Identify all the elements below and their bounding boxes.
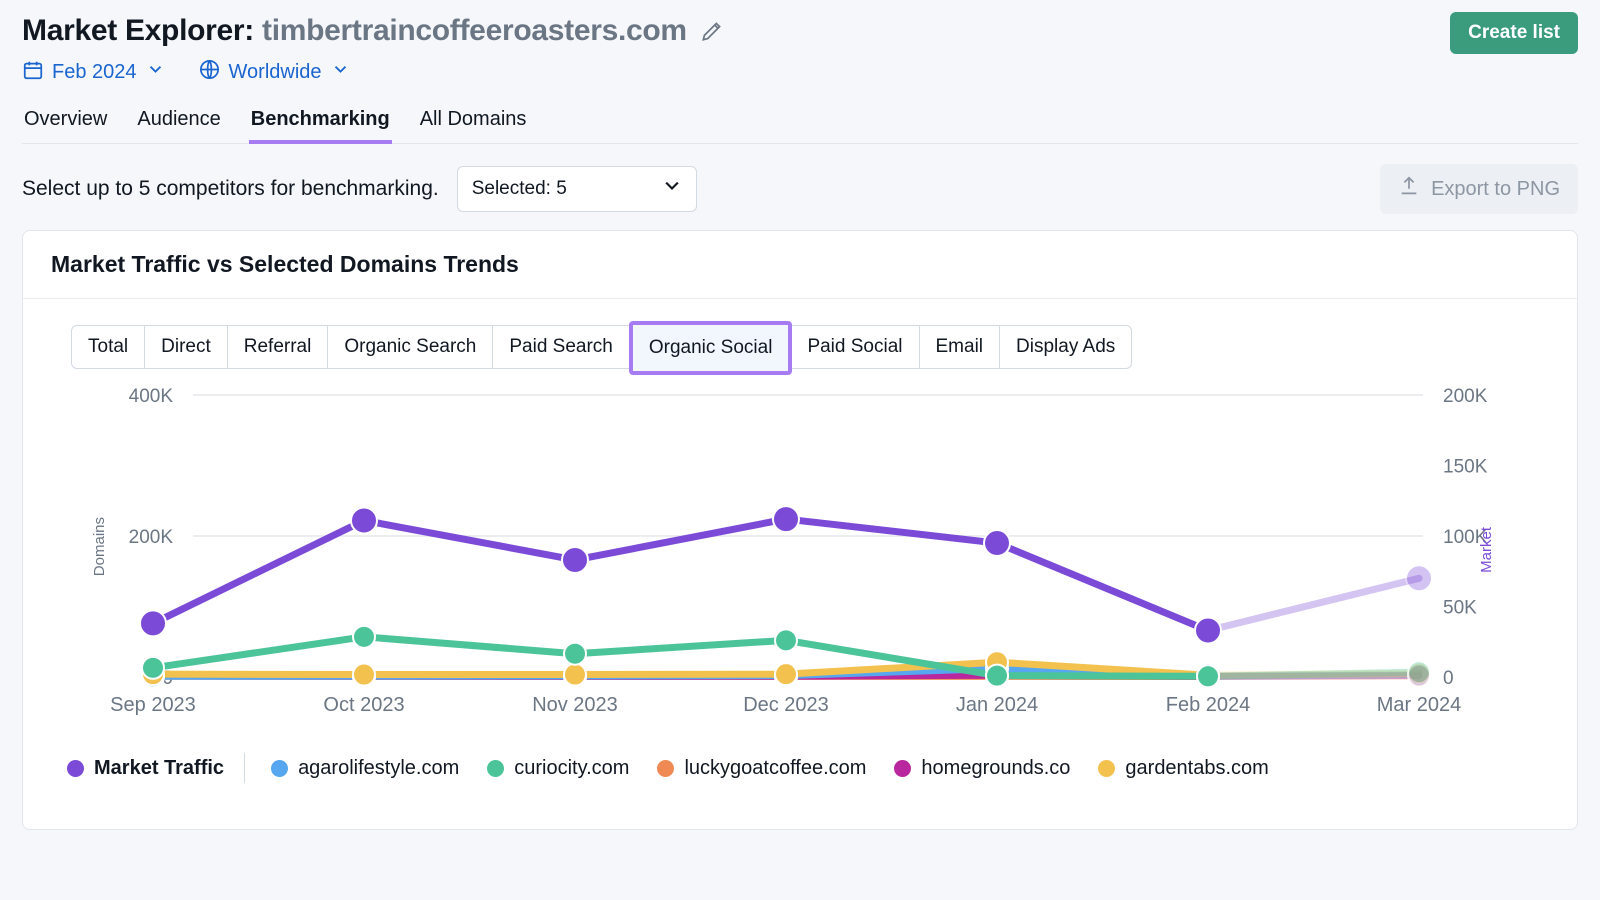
channel-tab-total[interactable]: Total bbox=[72, 326, 145, 368]
legend-item-homegrounds[interactable]: homegrounds.co bbox=[894, 757, 1070, 780]
channel-tab-organic-social[interactable]: Organic Social bbox=[629, 321, 793, 375]
trends-chart: Domains Market 0200K400K050K100K150K200K… bbox=[23, 377, 1577, 747]
channel-tab-paid-search[interactable]: Paid Search bbox=[493, 326, 630, 368]
channel-tab-referral[interactable]: Referral bbox=[228, 326, 329, 368]
page-title: Market Explorer: timbertraincoffeeroaste… bbox=[22, 14, 687, 48]
card-title: Market Traffic vs Selected Domains Trend… bbox=[51, 251, 1549, 278]
legend-color-swatch bbox=[657, 760, 674, 777]
nav-tab-audience[interactable]: Audience bbox=[135, 104, 222, 144]
legend-item-market-traffic[interactable]: Market Traffic bbox=[67, 757, 224, 780]
export-to-png-button[interactable]: Export to PNG bbox=[1380, 164, 1578, 214]
main-nav-tabs: Overview Audience Benchmarking All Domai… bbox=[22, 103, 1578, 144]
geo-selector-label: Worldwide bbox=[229, 61, 322, 84]
channel-tab-organic-search[interactable]: Organic Search bbox=[328, 326, 493, 368]
legend-label: curiocity.com bbox=[514, 757, 629, 780]
pencil-icon[interactable] bbox=[699, 18, 725, 44]
page-title-prefix: Market Explorer: bbox=[22, 14, 254, 47]
date-selector-label: Feb 2024 bbox=[52, 61, 137, 84]
selected-competitors-value: Selected: 5 bbox=[472, 178, 567, 200]
nav-tab-benchmarking[interactable]: Benchmarking bbox=[249, 104, 392, 144]
create-list-button[interactable]: Create list bbox=[1450, 12, 1578, 54]
svg-text:200K: 200K bbox=[129, 527, 174, 548]
channel-tab-paid-social[interactable]: Paid Social bbox=[791, 326, 919, 368]
legend-divider bbox=[244, 753, 245, 783]
chevron-down-icon bbox=[147, 61, 164, 84]
page-header: Market Explorer: timbertraincoffeeroaste… bbox=[0, 0, 1600, 144]
svg-text:150K: 150K bbox=[1443, 457, 1488, 478]
benchmark-controls: Select up to 5 competitors for benchmark… bbox=[0, 144, 1600, 230]
competitor-instruction: Select up to 5 competitors for benchmark… bbox=[22, 177, 439, 201]
upload-icon bbox=[1398, 175, 1420, 203]
chevron-down-icon bbox=[332, 61, 349, 84]
selected-competitors-dropdown[interactable]: Selected: 5 bbox=[457, 166, 697, 212]
legend-color-swatch bbox=[67, 760, 84, 777]
legend-label: homegrounds.co bbox=[921, 757, 1070, 780]
legend-item-agarolifestyle[interactable]: agarolifestyle.com bbox=[271, 757, 459, 780]
left-axis-title: Domains bbox=[91, 517, 108, 576]
legend-label: agarolifestyle.com bbox=[298, 757, 459, 780]
legend-item-gardentabs[interactable]: gardentabs.com bbox=[1098, 757, 1268, 780]
legend-color-swatch bbox=[894, 760, 911, 777]
nav-tab-all-domains[interactable]: All Domains bbox=[418, 104, 529, 144]
calendar-icon bbox=[22, 59, 44, 87]
date-selector[interactable]: Feb 2024 bbox=[22, 59, 164, 87]
svg-text:Dec 2023: Dec 2023 bbox=[743, 694, 829, 716]
nav-tab-overview[interactable]: Overview bbox=[22, 104, 109, 144]
chart-legend: Market Traffic agarolifestyle.com curioc… bbox=[23, 747, 1577, 783]
card-header: Market Traffic vs Selected Domains Trend… bbox=[23, 231, 1577, 299]
right-axis-title: Market bbox=[1478, 527, 1495, 573]
svg-text:0: 0 bbox=[1443, 668, 1454, 689]
chart-svg: 0200K400K050K100K150K200KSep 2023Oct 202… bbox=[23, 377, 1578, 747]
channel-tab-email[interactable]: Email bbox=[920, 326, 1001, 368]
svg-text:Mar 2024: Mar 2024 bbox=[1377, 694, 1462, 716]
globe-icon bbox=[198, 58, 221, 87]
svg-text:400K: 400K bbox=[129, 386, 174, 407]
svg-text:200K: 200K bbox=[1443, 386, 1488, 407]
legend-label: gardentabs.com bbox=[1125, 757, 1268, 780]
channel-tab-direct[interactable]: Direct bbox=[145, 326, 228, 368]
channel-tabs: Total Direct Referral Organic Search Pai… bbox=[71, 325, 1132, 369]
title-row: Market Explorer: timbertraincoffeeroaste… bbox=[22, 14, 1578, 48]
geo-selector[interactable]: Worldwide bbox=[198, 58, 349, 87]
export-to-png-label: Export to PNG bbox=[1431, 178, 1560, 201]
svg-text:Oct 2023: Oct 2023 bbox=[323, 694, 404, 716]
svg-text:Sep 2023: Sep 2023 bbox=[110, 694, 196, 716]
svg-text:Nov 2023: Nov 2023 bbox=[532, 694, 618, 716]
svg-text:50K: 50K bbox=[1443, 598, 1477, 619]
legend-color-swatch bbox=[487, 760, 504, 777]
filter-selectors: Feb 2024 Worldwide bbox=[22, 58, 1578, 87]
channel-tab-display-ads[interactable]: Display Ads bbox=[1000, 326, 1131, 368]
channel-tabs-wrap: Total Direct Referral Organic Search Pai… bbox=[23, 299, 1577, 369]
trends-card: Market Traffic vs Selected Domains Trend… bbox=[22, 230, 1578, 830]
legend-item-curiocity[interactable]: curiocity.com bbox=[487, 757, 629, 780]
chevron-down-icon bbox=[662, 176, 682, 202]
legend-color-swatch bbox=[1098, 760, 1115, 777]
legend-label: luckygoatcoffee.com bbox=[684, 757, 866, 780]
svg-text:Jan 2024: Jan 2024 bbox=[956, 694, 1038, 716]
svg-text:Feb 2024: Feb 2024 bbox=[1166, 694, 1251, 716]
legend-color-swatch bbox=[271, 760, 288, 777]
page-title-domain: timbertraincoffeeroasters.com bbox=[262, 14, 687, 47]
legend-item-luckygoatcoffee[interactable]: luckygoatcoffee.com bbox=[657, 757, 866, 780]
legend-label: Market Traffic bbox=[94, 757, 224, 780]
